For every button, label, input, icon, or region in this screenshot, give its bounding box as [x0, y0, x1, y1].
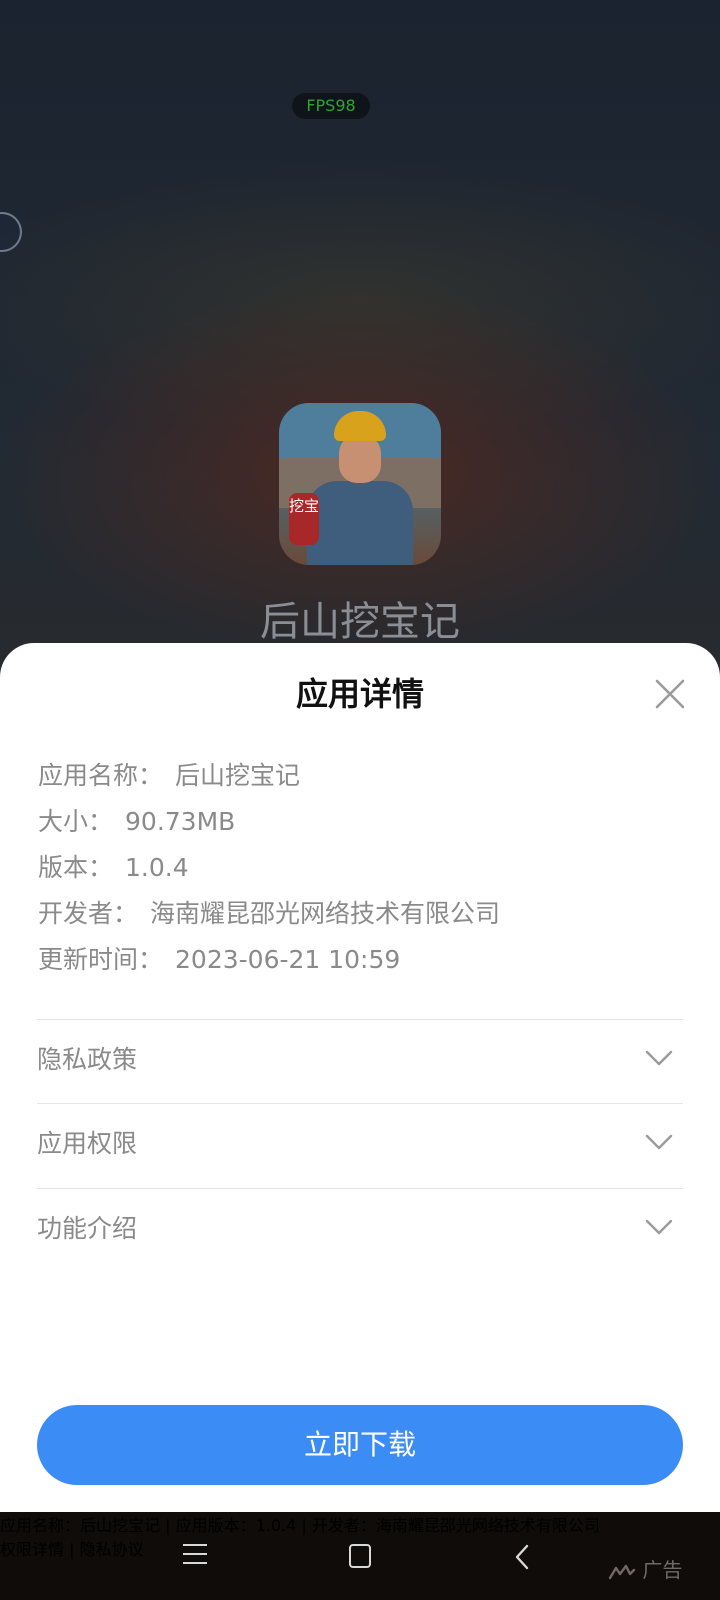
detail-updated-time: 更新时间： 2023-06-21 10:59: [38, 943, 400, 977]
detail-key: 应用名称：: [38, 761, 164, 790]
detail-value: 2023-06-21 10:59: [175, 945, 401, 974]
nav-back-button[interactable]: [514, 1544, 530, 1570]
icon-miner-body: [307, 481, 413, 565]
detail-value: 90.73MB: [125, 807, 236, 836]
ad-badge: 广告: [608, 1558, 682, 1582]
detail-key: 开发者：: [38, 899, 139, 928]
section-feature-intro[interactable]: 功能介绍: [37, 1189, 683, 1273]
ad-logo-icon: [608, 1564, 636, 1579]
detail-value: 1.0.4: [125, 853, 189, 882]
detail-size: 大小： 90.73MB: [38, 805, 235, 839]
background-app-title: 后山挖宝记: [260, 599, 460, 645]
close-button[interactable]: [652, 676, 688, 712]
chevron-down-icon: [645, 1134, 673, 1150]
permissions-link[interactable]: 权限详情: [0, 1540, 64, 1559]
nav-recents-button[interactable]: [183, 1544, 207, 1570]
back-arrow-icon: [515, 1544, 529, 1570]
detail-developer: 开发者： 海南耀昆邵光网络技术有限公司: [38, 897, 500, 931]
sheet-title: 应用详情: [295, 675, 424, 713]
menu-line-icon: [183, 1562, 207, 1564]
detail-key: 版本：: [38, 853, 114, 882]
close-icon: [655, 679, 685, 709]
detail-key: 大小：: [38, 807, 114, 836]
detail-version: 版本： 1.0.4: [38, 851, 189, 885]
detail-key: 更新时间：: [38, 945, 164, 974]
icon-tag: 挖宝: [289, 493, 319, 545]
ad-label: 广告: [642, 1558, 683, 1582]
nav-home-button[interactable]: [349, 1544, 371, 1568]
chevron-down-icon: [645, 1050, 673, 1066]
detail-value: 海南耀昆邵光网络技术有限公司: [150, 899, 501, 928]
privacy-link[interactable]: 隐私协议: [80, 1540, 144, 1559]
fps-counter: FPS98: [292, 93, 370, 119]
footer-separator: |: [64, 1540, 80, 1559]
detail-value: 后山挖宝记: [175, 761, 301, 790]
app-icon: 挖宝: [279, 403, 441, 565]
icon-miner-face: [339, 435, 381, 483]
section-app-permissions[interactable]: 应用权限: [37, 1104, 683, 1188]
footer-info-line: 应用名称：后山挖宝记 | 应用版本：1.0.4 | 开发者：海南耀昆邵光网络技术…: [0, 1516, 600, 1535]
section-label: 隐私政策: [37, 1045, 138, 1074]
menu-line-icon: [183, 1553, 207, 1555]
section-privacy-policy[interactable]: 隐私政策: [37, 1020, 683, 1104]
download-button[interactable]: 立即下载: [37, 1405, 683, 1485]
detail-app-name: 应用名称： 后山挖宝记: [38, 759, 300, 793]
section-label: 应用权限: [37, 1129, 138, 1158]
section-label: 功能介绍: [37, 1214, 138, 1243]
chevron-down-icon: [645, 1219, 673, 1235]
menu-line-icon: [183, 1544, 207, 1546]
